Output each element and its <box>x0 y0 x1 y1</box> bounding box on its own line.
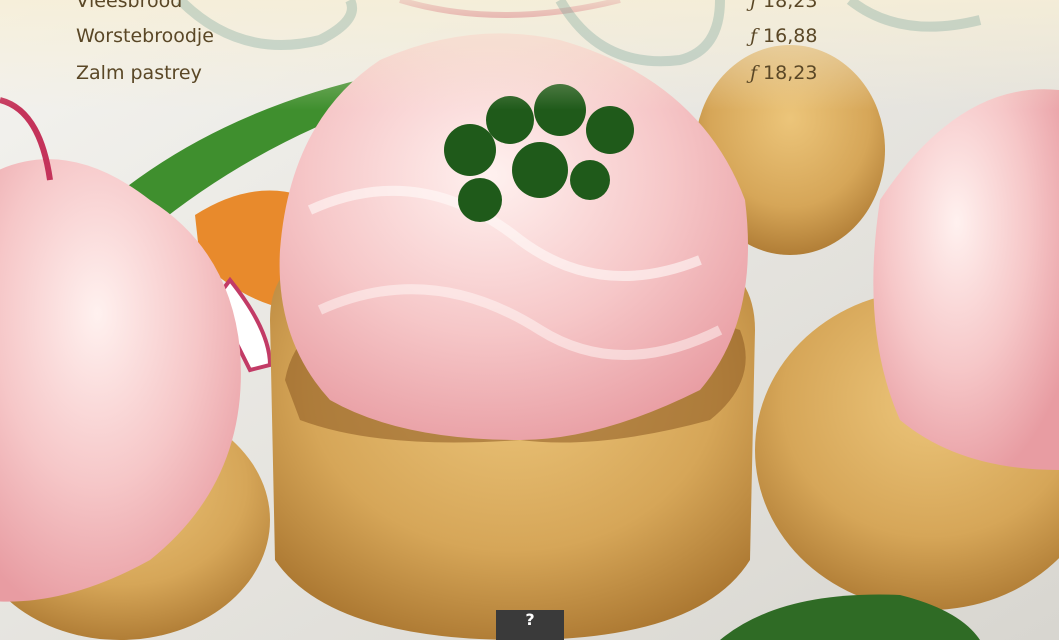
nav-button[interactable]: ? <box>496 610 564 640</box>
item-name: Vleesbrood <box>76 0 183 12</box>
list-item: Zalm pastrey ƒ 18,23 <box>0 62 1059 92</box>
list-item: Worstebroodje ƒ 16,88 <box>0 25 1059 55</box>
item-price: ƒ 18,23 <box>750 0 818 12</box>
item-price: ƒ 16,88 <box>750 25 818 47</box>
item-name: Worstebroodje <box>76 25 214 47</box>
item-name: Zalm pastrey <box>76 62 202 84</box>
price-list: Vleesbrood ƒ 18,23 Worstebroodje ƒ 16,88 Z… <box>0 0 1059 100</box>
list-item: Vleesbrood ƒ 18,23 <box>0 0 1059 20</box>
help-icon: ? <box>525 610 535 629</box>
item-price: ƒ 18,23 <box>750 62 818 84</box>
